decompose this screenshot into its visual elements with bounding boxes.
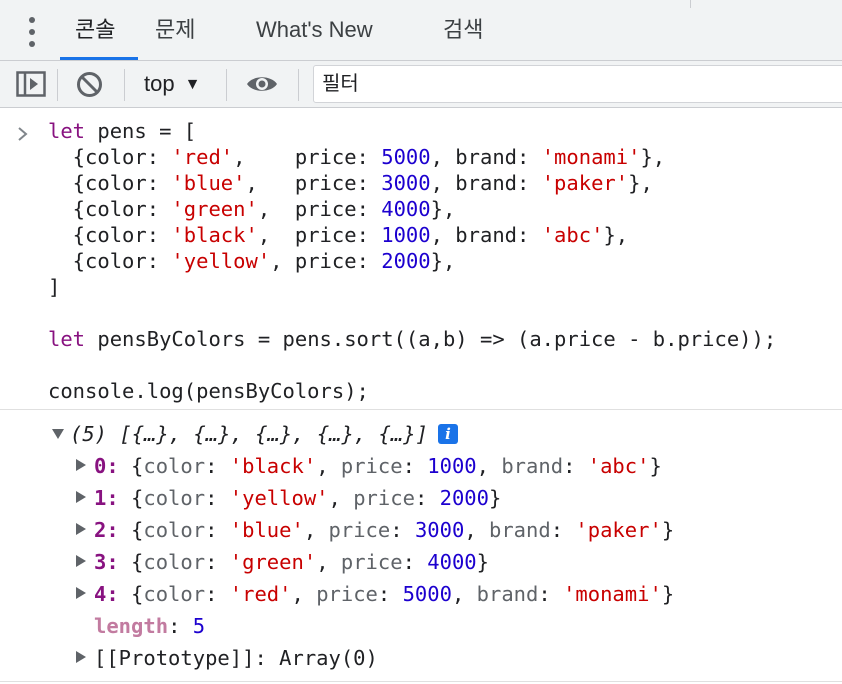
code-line: {color: 'black', price: 1000, brand: 'ab… xyxy=(48,223,629,247)
array-length: length: 5 xyxy=(94,614,206,638)
tab-console[interactable]: 콘솔 xyxy=(75,0,115,60)
code-line: {color: 'yellow', price: 2000}, xyxy=(48,249,456,273)
code-line: {color: 'red', price: 5000, brand: 'mona… xyxy=(48,145,666,169)
toolbar-separator xyxy=(124,69,125,101)
chevron-down-icon: ▼ xyxy=(184,76,201,93)
tab-whats-new[interactable]: What's New xyxy=(256,0,373,60)
live-expression-eye-icon[interactable] xyxy=(245,73,279,95)
array-entry[interactable]: 2: {color: 'blue', price: 3000, brand: '… xyxy=(76,514,674,546)
sidebar-toggle-icon[interactable] xyxy=(16,71,46,97)
toolbar-separator xyxy=(298,69,299,101)
message-divider xyxy=(0,681,842,682)
active-tab-indicator xyxy=(60,57,138,60)
code-line: {color: 'green', price: 4000}, xyxy=(48,197,456,221)
context-label: top xyxy=(144,71,175,96)
code-line: console.log(pensByColors); xyxy=(48,379,369,403)
code-line: let pensByColors = pens.sort((a,b) => (a… xyxy=(48,327,777,351)
divider xyxy=(690,0,691,8)
prompt-chevron-icon xyxy=(18,127,28,141)
tab-search[interactable]: 검색 xyxy=(443,0,483,60)
code-line: {color: 'blue', price: 3000, brand: 'pak… xyxy=(48,171,653,195)
clear-console-icon[interactable] xyxy=(76,71,103,98)
array-summary[interactable]: (5) [{…}, {…}, {…}, {…}, {…}] i xyxy=(52,418,458,450)
toolbar-separator xyxy=(57,69,58,101)
filter-input[interactable]: 필터 xyxy=(313,65,842,103)
context-selector[interactable]: top ▼ xyxy=(144,61,200,107)
expand-right-icon[interactable] xyxy=(76,459,86,471)
devtools-tabbar: 콘솔 문제 What's New 검색 xyxy=(0,0,842,61)
message-divider xyxy=(0,409,842,410)
info-icon[interactable]: i xyxy=(437,424,458,444)
expand-right-icon[interactable] xyxy=(76,523,86,535)
console-toolbar: top ▼ 필터 xyxy=(0,61,842,108)
expand-right-icon[interactable] xyxy=(76,587,86,599)
array-prototype[interactable]: [[Prototype]]: Array(0) xyxy=(76,642,378,674)
expand-right-icon[interactable] xyxy=(76,651,86,663)
expand-right-icon[interactable] xyxy=(76,555,86,567)
tab-issues[interactable]: 문제 xyxy=(155,0,195,60)
toolbar-separator xyxy=(226,69,227,101)
code-line: let pens = [ xyxy=(48,119,197,143)
array-entry[interactable]: 4: {color: 'red', price: 5000, brand: 'm… xyxy=(76,578,674,610)
array-entry[interactable]: 0: {color: 'black', price: 1000, brand: … xyxy=(76,450,662,482)
more-vert-icon[interactable] xyxy=(25,17,39,47)
expand-down-icon[interactable] xyxy=(52,429,64,439)
expand-right-icon[interactable] xyxy=(76,491,86,503)
array-entry[interactable]: 1: {color: 'yellow', price: 2000} xyxy=(76,482,501,514)
console-panel: let pens = [ {color: 'red', price: 5000,… xyxy=(0,108,842,684)
array-entry[interactable]: 3: {color: 'green', price: 4000} xyxy=(76,546,489,578)
code-line: ] xyxy=(48,275,61,299)
